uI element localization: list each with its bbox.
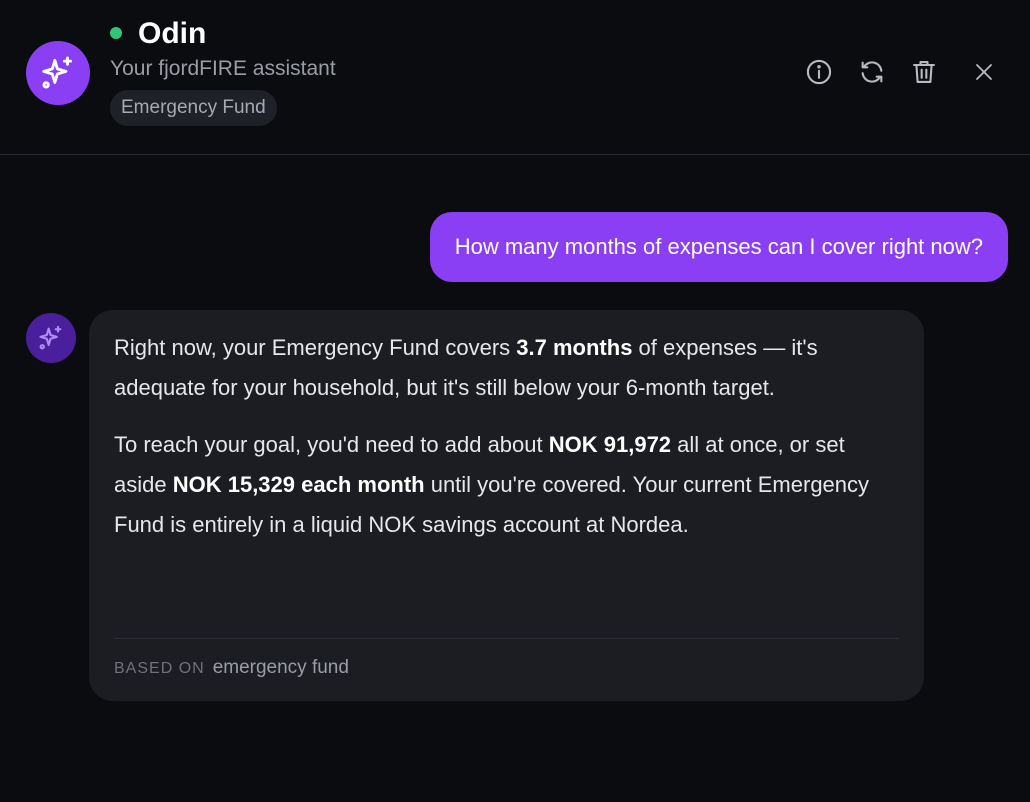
- trash-icon: [913, 61, 935, 83]
- info-icon: [806, 59, 832, 85]
- sparkles-icon: [39, 325, 62, 350]
- close-button[interactable]: [966, 54, 1002, 90]
- source-label: BASED ON: [114, 660, 205, 677]
- chat-header: Odin Your fjordFIRE assistant Emergency …: [0, 0, 1030, 155]
- lump-sum-value: NOK 91,972: [548, 432, 672, 457]
- source-value: emergency fund: [212, 657, 349, 678]
- info-button[interactable]: [801, 54, 837, 90]
- assistant-paragraph-2: To reach your goal, you'd need to add ab…: [114, 432, 870, 537]
- monthly-saving-value: NOK 15,329 each month: [172, 472, 425, 497]
- message-source: BASED ON emergency fund: [114, 655, 349, 682]
- assistant-paragraph-1: Right now, your Emergency Fund covers 3.…: [114, 335, 818, 400]
- assistant-avatar: [26, 41, 90, 105]
- refresh-icon: [861, 61, 883, 83]
- delete-button[interactable]: [906, 54, 942, 90]
- assistant-message-avatar: [26, 313, 76, 363]
- close-icon: [976, 64, 992, 80]
- months-covered-value: 3.7 months: [516, 335, 633, 360]
- user-message: How many months of expenses can I cover …: [429, 212, 1008, 282]
- message-divider: [114, 638, 899, 639]
- sparkles-icon: [42, 56, 73, 89]
- assistant-message: Right now, your Emergency Fund covers 3.…: [89, 310, 924, 701]
- refresh-button[interactable]: [854, 54, 890, 90]
- online-status-dot: [110, 27, 122, 39]
- context-chip[interactable]: Emergency Fund: [110, 90, 277, 126]
- assistant-subtitle: Your fjordFIRE assistant: [110, 57, 336, 80]
- assistant-name: Odin: [138, 17, 207, 50]
